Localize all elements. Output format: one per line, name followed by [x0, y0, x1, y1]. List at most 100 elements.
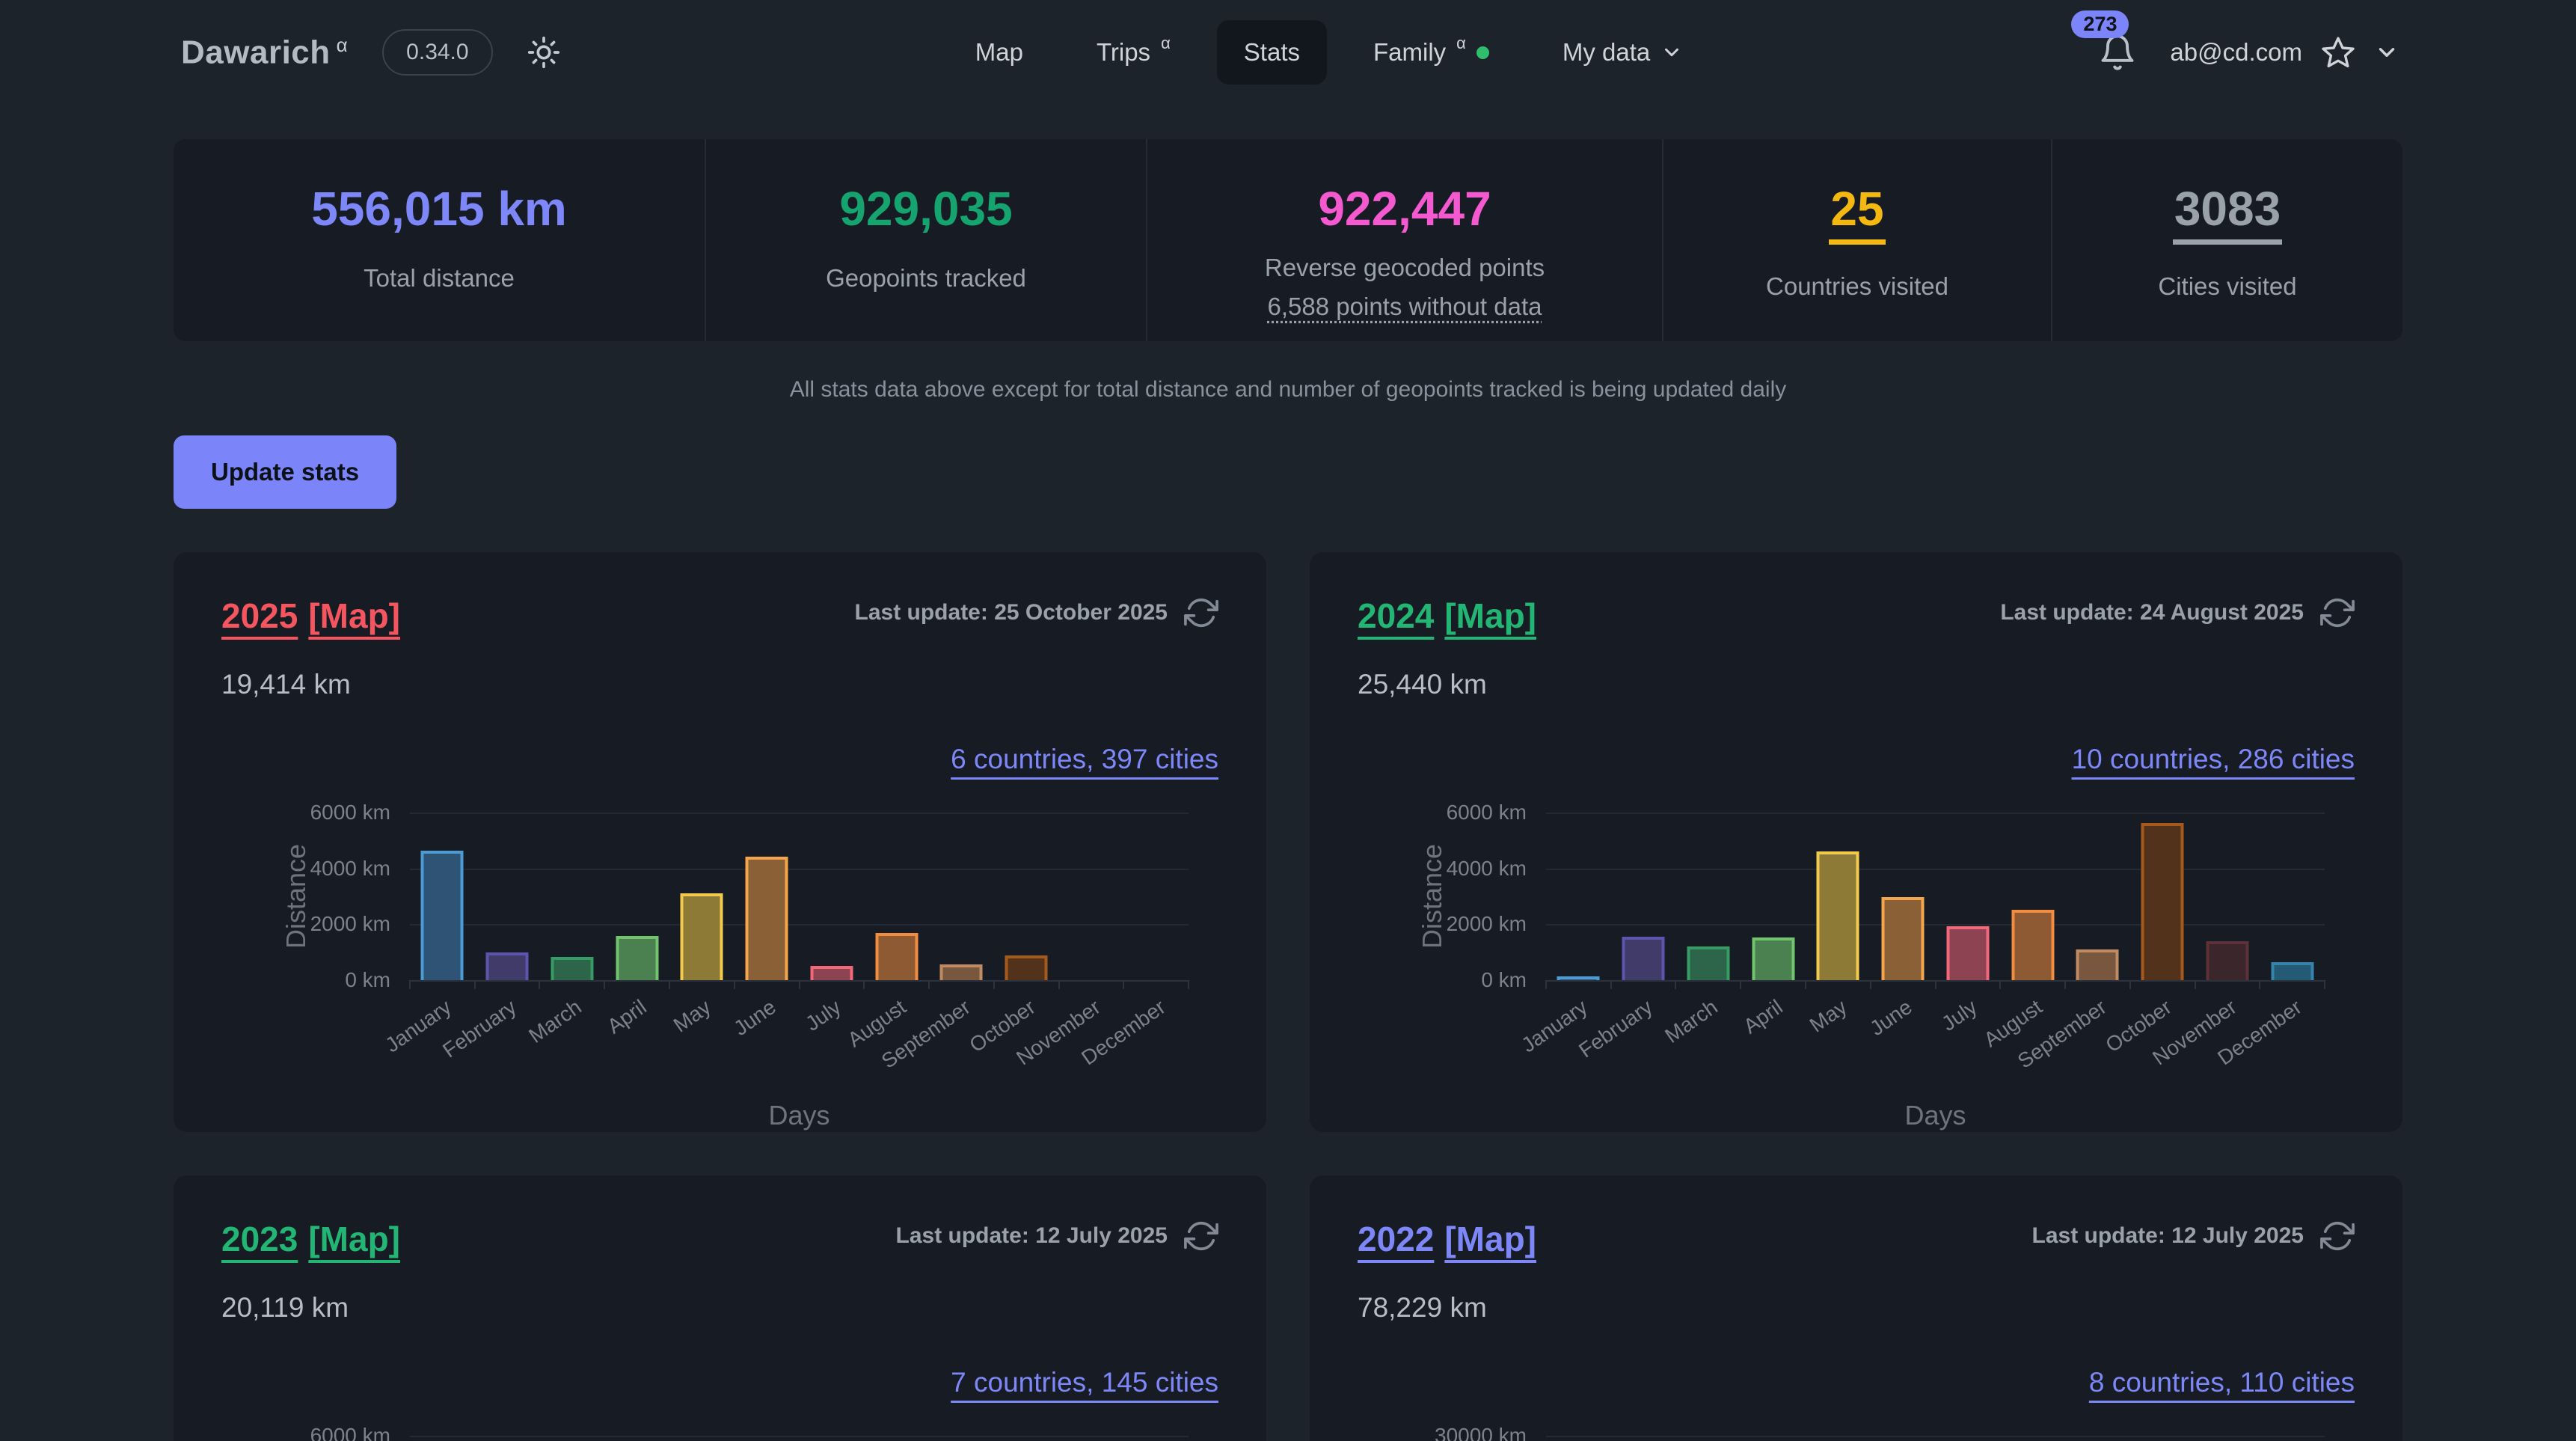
stat-value-wrap: 556,015 km [174, 181, 705, 236]
monthly-distance-chart-2022: Distance30000 km20000 km10000 km0 kmJanu… [1358, 1436, 2355, 1441]
chart-bar-slot [929, 813, 994, 980]
chart-bar-slot [1676, 813, 1741, 980]
stat-card-cities-visited: 3083Cities visited [2051, 139, 2402, 341]
year-link-2025[interactable]: 2025 [221, 596, 298, 635]
countries-cities-link[interactable]: 10 countries, 286 cities [2072, 744, 2355, 774]
chart-bar-slot [2130, 1436, 2195, 1441]
notifications-button[interactable]: 273 [2098, 33, 2137, 72]
bar-april [616, 936, 658, 980]
points-without-data-link[interactable]: 6,588 points without data [1147, 287, 1662, 326]
chart-bar-slot [1123, 1436, 1189, 1441]
app-name: Dawarich [181, 34, 331, 70]
refresh-icon [2320, 1219, 2355, 1253]
stat-card-countries-visited: 25Countries visited [1662, 139, 2051, 341]
nav-item-my-data[interactable]: My data [1536, 20, 1710, 85]
y-axis-title: Distance [1380, 813, 1485, 980]
chart-bar-slot [540, 813, 605, 980]
chevron-down-icon [1660, 41, 1683, 64]
refresh-stats-button[interactable] [2320, 1219, 2355, 1253]
stat-card-reverse-geocoded-points: 922,447Reverse geocoded points6,588 poin… [1146, 139, 1662, 341]
nav-item-family[interactable]: Familyα [1346, 20, 1516, 85]
refresh-stats-button[interactable] [1184, 596, 1218, 630]
top-navbar: Dawarichα 0.34.0 MapTripsαStatsFamilyαMy… [0, 0, 2576, 105]
star-icon[interactable] [2320, 34, 2356, 70]
y-axis-tick-label: 4000 km [310, 857, 390, 881]
stat-value: 25 [1829, 181, 1885, 245]
chart-bar-slot [2065, 813, 2130, 980]
stat-label: Total distance [174, 259, 705, 298]
nav-item-label: Trips [1097, 38, 1150, 67]
year-card-title: 2023 [Map] [221, 1219, 400, 1259]
year-card-title: 2024 [Map] [1358, 596, 1536, 636]
year-map-link-2024[interactable]: [Map] [1444, 596, 1536, 635]
refresh-icon [1184, 596, 1218, 630]
countries-cities-row: 8 countries, 110 cities [1358, 1367, 2355, 1398]
bar-april [1752, 937, 1794, 980]
refresh-stats-button[interactable] [1184, 1219, 1218, 1253]
chart-bar-slot [1871, 813, 1936, 980]
bar-december [2271, 962, 2313, 980]
bar-september [940, 964, 983, 980]
year-card-header: 2023[Map]Last update: 12 July 2025 [221, 1219, 1218, 1259]
app-logo[interactable]: Dawarichα [181, 34, 348, 72]
alpha-superscript: α [1456, 34, 1466, 53]
chart-bar-slot [1741, 1436, 1806, 1441]
chart-bars [410, 813, 1189, 980]
year-map-link-2025[interactable]: [Map] [308, 596, 400, 635]
bar-july [1946, 926, 1989, 980]
theme-toggle-button[interactable] [527, 36, 560, 69]
chart-bar-slot [1871, 1436, 1936, 1441]
monthly-distance-chart-2025: Distance6000 km4000 km2000 km0 kmJanuary… [221, 813, 1218, 1131]
bar-march [1687, 946, 1729, 980]
chart-bar-slot [410, 813, 475, 980]
chart-bar-slot [1059, 813, 1124, 980]
stat-card-total-distance: 556,015 km Total distance [174, 139, 705, 341]
year-link-2024[interactable]: 2024 [1358, 596, 1434, 635]
chart-bar-slot [1806, 1436, 1871, 1441]
x-axis-label-june: June [1865, 995, 1916, 1041]
chart-bar-slot [2260, 813, 2325, 980]
nav-item-map[interactable]: Map [948, 20, 1050, 85]
update-stats-button[interactable]: Update stats [174, 435, 396, 509]
year-map-link-2022[interactable]: [Map] [1444, 1220, 1536, 1258]
chart-bars [1546, 1436, 2325, 1441]
sun-icon [527, 36, 560, 69]
chart-bars [1546, 813, 2325, 980]
chart-bar-slot [410, 1436, 475, 1441]
nav-item-stats[interactable]: Stats [1217, 20, 1327, 85]
user-menu[interactable]: ab@cd.com [2170, 34, 2399, 70]
bar-november [2206, 941, 2248, 980]
chart-bar-slot [475, 1436, 540, 1441]
y-axis-tick-label: 0 km [1481, 968, 1527, 992]
stat-label: Reverse geocoded points [1147, 248, 1662, 287]
last-update-text: Last update: 24 August 2025 [2000, 600, 2304, 625]
bar-june [746, 857, 788, 980]
x-axis-label-july: July [1937, 995, 1981, 1036]
countries-cities-link[interactable]: 6 countries, 397 cities [951, 744, 1218, 774]
x-axis-labels: JanuaryFebruaryMarchAprilMayJuneJulyAugu… [410, 980, 1189, 1097]
nav-item-label: Map [975, 38, 1023, 67]
y-axis-tick-label: 6000 km [310, 1424, 390, 1441]
alpha-superscript: α [1161, 34, 1171, 53]
chart-bar-slot [800, 1436, 865, 1441]
x-axis-title: Days [1546, 1100, 2325, 1131]
stat-value-wrap: 929,035 [706, 181, 1146, 236]
bar-september [2076, 949, 2119, 980]
nav-item-trips[interactable]: Tripsα [1070, 20, 1197, 85]
stat-value: 929,035 [839, 181, 1012, 236]
x-axis-labels: JanuaryFebruaryMarchAprilMayJuneJulyAugu… [1546, 980, 2325, 1097]
bar-june [1882, 897, 1925, 980]
countries-cities-link[interactable]: 7 countries, 145 cities [951, 1367, 1218, 1398]
year-link-2023[interactable]: 2023 [221, 1220, 298, 1258]
refresh-stats-button[interactable] [2320, 596, 2355, 630]
bar-october [2141, 823, 2184, 980]
year-link-2022[interactable]: 2022 [1358, 1220, 1434, 1258]
y-axis-tick-label: 30000 km [1435, 1424, 1527, 1441]
year-map-link-2023[interactable]: [Map] [308, 1220, 400, 1258]
x-axis-label-february: February [438, 995, 521, 1062]
chart-bar-slot [1741, 813, 1806, 980]
chart-bar-slot [1806, 813, 1871, 980]
bar-october [1005, 955, 1048, 980]
countries-cities-link[interactable]: 8 countries, 110 cities [2089, 1367, 2355, 1398]
chart-bar-slot [2000, 813, 2065, 980]
